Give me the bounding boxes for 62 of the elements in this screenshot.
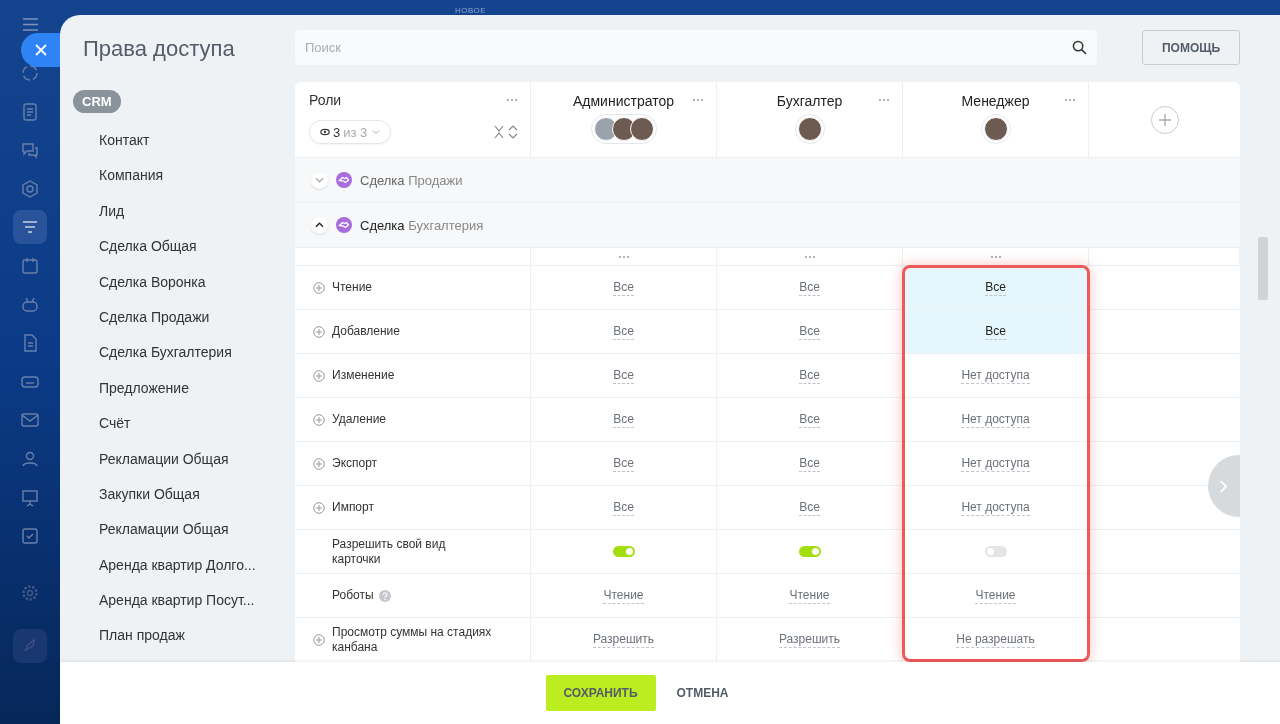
permission-label: Импорт [332,500,374,515]
permission-label: Изменение [332,368,395,383]
permission-label: Разрешить свой вид карточки [332,536,447,567]
access-dropdown[interactable]: Разрешить [592,631,655,648]
role-name: Администратор [573,93,674,109]
access-dropdown[interactable]: Все [799,279,820,296]
access-dropdown[interactable]: Все [799,455,820,472]
access-dropdown[interactable]: Разрешить [778,631,841,648]
role-name: Менеджер [961,93,1030,109]
access-dropdown[interactable]: Все [613,411,634,428]
access-dropdown[interactable]: Чтение [789,587,830,604]
search-field[interactable]: Поиск [295,30,1097,65]
access-dropdown[interactable]: Все [799,499,820,516]
access-dropdown[interactable]: Все [613,279,634,296]
nav-item[interactable]: Закупки Общая [73,476,295,513]
access-dropdown[interactable]: Чтение [603,587,644,604]
role-name: Бухгалтер [776,93,843,109]
permission-label: Удаление [332,412,387,427]
cancel-button[interactable]: ОТМЕНА [670,685,735,701]
access-dropdown[interactable]: Нет доступа [961,367,1030,384]
permission-label: Просмотр суммы на стадиях канбана [332,624,493,655]
access-dropdown[interactable]: Не разрешать [956,631,1035,648]
nav-item[interactable]: Счёт [73,406,295,442]
permission-label: Добавление [332,324,400,339]
access-dropdown[interactable]: Все [799,367,820,384]
access-dropdown[interactable]: Чтение [975,587,1016,604]
help-button[interactable]: ПОМОЩЬ [1142,30,1240,65]
section-title[interactable]: Сделка Продажи [360,172,463,188]
nav-item[interactable]: Сделка Воронка [73,264,295,300]
nav-item[interactable]: Аренда квартир Посут... [73,583,295,619]
access-dropdown[interactable]: Все [613,367,634,384]
background-label: НОВОЕ [455,6,487,15]
nav-item[interactable]: Рекламации Общая [73,512,295,548]
nav-item[interactable]: Контакт [73,123,295,159]
access-dropdown[interactable]: Все [985,279,1006,296]
nav-item[interactable]: Рекламации Общая [73,441,295,477]
modal-title: Права доступа [82,35,236,62]
nav-item[interactable]: Сделка Продажи [73,299,295,336]
access-dropdown[interactable]: Нет доступа [961,455,1030,472]
nav-item[interactable]: Лид [73,193,295,230]
nav-item[interactable]: Сделка Бухгалтерия [73,335,295,371]
access-dropdown[interactable]: Все [799,411,820,428]
nav-item[interactable]: Сделка Общая [73,229,295,265]
permission-label: Экспорт [332,456,378,471]
access-dropdown[interactable]: Нет доступа [961,499,1030,516]
access-dropdown[interactable]: Нет доступа [961,411,1030,428]
nav-item[interactable]: План продаж [73,618,295,654]
nav-item[interactable]: Аренда квартир Долго... [73,547,295,584]
section-title[interactable]: Сделка Бухгалтерия [360,217,484,233]
nav-item[interactable]: Предложение [73,370,295,407]
role-counter[interactable]: 3 из 3 [309,120,392,144]
column-heading: Роли [309,92,342,108]
group-badge[interactable]: CRM [73,90,121,113]
permission-label: Чтение [332,280,373,295]
access-dropdown[interactable]: Все [799,323,820,340]
access-dropdown[interactable]: Все [613,455,634,472]
access-dropdown[interactable]: Все [613,323,634,340]
nav-item[interactable]: Компания [73,158,295,194]
access-dropdown[interactable]: Все [613,499,634,516]
access-dropdown[interactable]: Все [985,323,1006,340]
permission-label: Роботы [332,588,374,603]
save-button[interactable]: СОХРАНИТЬ [545,675,656,711]
